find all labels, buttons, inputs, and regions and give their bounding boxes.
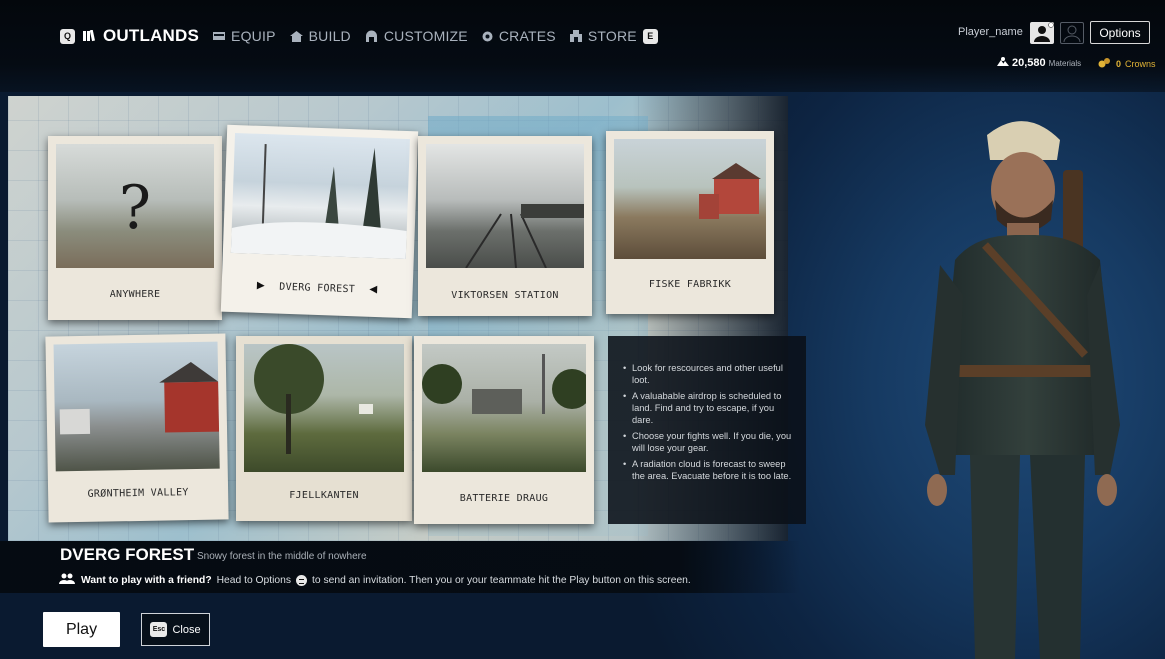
friend-hint-text-1: Head to Options xyxy=(216,574,292,586)
profile-icon[interactable] xyxy=(1030,22,1054,44)
location-label: FJELLKANTEN xyxy=(289,490,359,501)
tab-equip[interactable]: EQUIP xyxy=(213,28,276,44)
options-menu-icon xyxy=(296,574,308,586)
q-key-hint: Q xyxy=(60,28,75,44)
friends-icon xyxy=(59,573,75,587)
tab-crates[interactable]: CRATES xyxy=(482,28,556,44)
character-model xyxy=(915,95,1150,659)
materials-value: 20,580 xyxy=(1012,57,1046,69)
location-card-viktorsen-station[interactable]: VIKTORSEN STATION xyxy=(418,136,592,316)
tip-item: Look for rescources and other useful loo… xyxy=(623,362,796,386)
options-button[interactable]: Options xyxy=(1090,21,1150,44)
selected-location-title: DVERG FOREST xyxy=(60,545,195,564)
crowns-icon xyxy=(1098,57,1112,70)
location-card-fiske-fabrikk[interactable]: FISKE FABRIKK xyxy=(606,131,774,314)
selected-location-subtitle: Snowy forest in the middle of nowhere xyxy=(197,551,367,562)
materials-counter: 20,580 Materials xyxy=(997,57,1081,69)
play-button[interactable]: Play xyxy=(43,612,120,647)
tab-equip-label: EQUIP xyxy=(231,28,276,44)
location-photo: ? xyxy=(56,144,214,268)
materials-label: Materials xyxy=(1048,58,1082,68)
location-tips-panel: Look for rescources and other useful loo… xyxy=(608,336,806,524)
location-card-anywhere[interactable]: ? ANYWHERE xyxy=(48,136,222,320)
location-card-batterie-draug[interactable]: BATTERIE DRAUG xyxy=(414,336,594,524)
house-icon xyxy=(289,30,303,42)
friend-hint-bold: Want to play with a friend? xyxy=(81,574,212,586)
tip-item: A radiation cloud is forecast to sweep t… xyxy=(623,458,796,482)
crate-icon xyxy=(482,31,493,42)
tab-store[interactable]: STORE E xyxy=(569,28,658,44)
location-photo xyxy=(614,139,766,259)
close-label: Close xyxy=(172,623,201,636)
location-label: ANYWHERE xyxy=(109,289,161,300)
location-label: FISKE FABRIKK xyxy=(648,279,732,290)
player-name: Player_name xyxy=(958,26,1023,38)
tab-customize[interactable]: CUSTOMIZE xyxy=(365,28,468,44)
location-label: DVERG FOREST xyxy=(279,281,356,295)
store-icon xyxy=(569,30,582,42)
location-photo xyxy=(230,132,410,260)
tab-build[interactable]: BUILD xyxy=(289,28,351,44)
materials-icon xyxy=(997,57,1009,69)
main-nav: Q OUTLANDS EQUIP BUILD CUSTOMIZE CRATES … xyxy=(60,26,672,46)
map-book-icon xyxy=(83,30,97,42)
e-key-hint: E xyxy=(642,28,658,44)
location-label: VIKTORSEN STATION xyxy=(451,290,559,301)
location-label-row: ▶ DVERG FOREST ◀ xyxy=(221,277,412,299)
location-photo xyxy=(53,341,220,472)
location-card-dverg-forest[interactable]: ▶ DVERG FOREST ◀ xyxy=(220,124,419,319)
tab-customize-label: CUSTOMIZE xyxy=(383,28,468,44)
location-photo xyxy=(426,144,584,269)
tip-item: Choose your fights well. If you die, you… xyxy=(623,430,796,454)
tab-crates-label: CRATES xyxy=(498,28,556,44)
friend-hint: Want to play with a friend? Head to Opti… xyxy=(59,573,691,587)
tab-outlands-label: OUTLANDS xyxy=(103,26,200,45)
crowns-counter: 0 Crowns xyxy=(1098,57,1156,70)
top-bar xyxy=(0,0,1165,92)
tip-item: A valuabable airdrop is scheduled to lan… xyxy=(623,390,796,426)
hood-icon xyxy=(365,30,378,42)
tab-store-label: STORE xyxy=(587,28,637,44)
location-label: GRØNTHEIM VALLEY xyxy=(87,487,189,500)
backpack-icon xyxy=(213,31,226,41)
location-photo xyxy=(244,344,404,472)
arrow-left-icon: ◀ xyxy=(369,281,378,298)
close-button[interactable]: Esc Close xyxy=(141,613,210,646)
location-card-fjellkanten[interactable]: FJELLKANTEN xyxy=(236,336,412,521)
svg-text:?: ? xyxy=(119,173,151,243)
arrow-right-icon: ▶ xyxy=(256,277,266,294)
crowns-value: 0 xyxy=(1116,58,1122,69)
tab-outlands[interactable]: OUTLANDS xyxy=(83,26,199,46)
location-photo xyxy=(422,344,592,472)
location-label: BATTERIE DRAUG xyxy=(459,493,549,504)
location-card-grontheim-valley[interactable]: GRØNTHEIM VALLEY xyxy=(45,333,229,523)
friend-hint-text-2: to send an invitation. Then you or your … xyxy=(312,574,691,586)
party-slot-icon[interactable] xyxy=(1060,22,1084,44)
esc-key-hint: Esc xyxy=(150,622,168,637)
crowns-label: Crowns xyxy=(1125,58,1156,69)
tab-build-label: BUILD xyxy=(308,28,351,44)
